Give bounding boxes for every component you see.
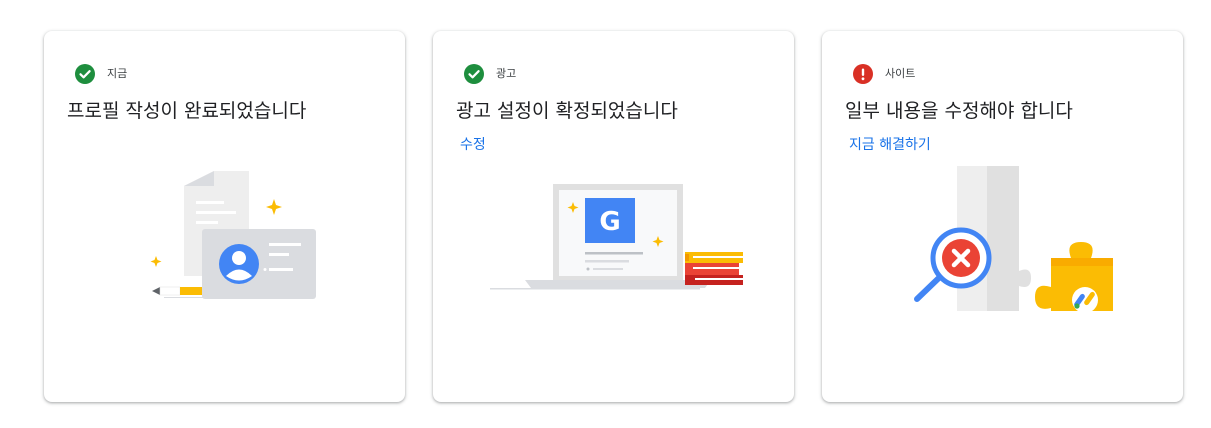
error-circle-icon	[853, 64, 873, 84]
ads-status-card: 광고 광고 설정이 확정되었습니다 수정 G	[433, 31, 794, 402]
status-label: 광고	[496, 67, 517, 80]
status-row: 지금	[75, 64, 127, 84]
status-label: 사이트	[885, 67, 916, 80]
site-error-puzzle-illustration	[914, 166, 1113, 311]
status-row: 사이트	[853, 64, 915, 84]
fix-now-link[interactable]: 지금 해결하기	[849, 135, 931, 155]
check-circle-icon	[464, 64, 484, 84]
profile-status-card: 지금 프로필 작성이 완료되었습니다	[44, 31, 405, 402]
card-title: 광고 설정이 확정되었습니다	[456, 100, 678, 122]
profile-document-illustration	[150, 171, 316, 299]
edit-link[interactable]: 수정	[460, 135, 486, 155]
card-title: 일부 내용을 수정해야 합니다	[845, 100, 1073, 122]
svg-text:G: G	[599, 207, 620, 237]
card-title: 프로필 작성이 완료되었습니다	[67, 100, 307, 122]
status-label: 지금	[107, 67, 128, 80]
laptop-google-ads-illustration: G	[490, 184, 743, 290]
check-circle-icon	[75, 64, 95, 84]
status-row: 광고	[464, 64, 516, 84]
site-status-card: 사이트 일부 내용을 수정해야 합니다 지금 해결하기	[822, 31, 1183, 402]
